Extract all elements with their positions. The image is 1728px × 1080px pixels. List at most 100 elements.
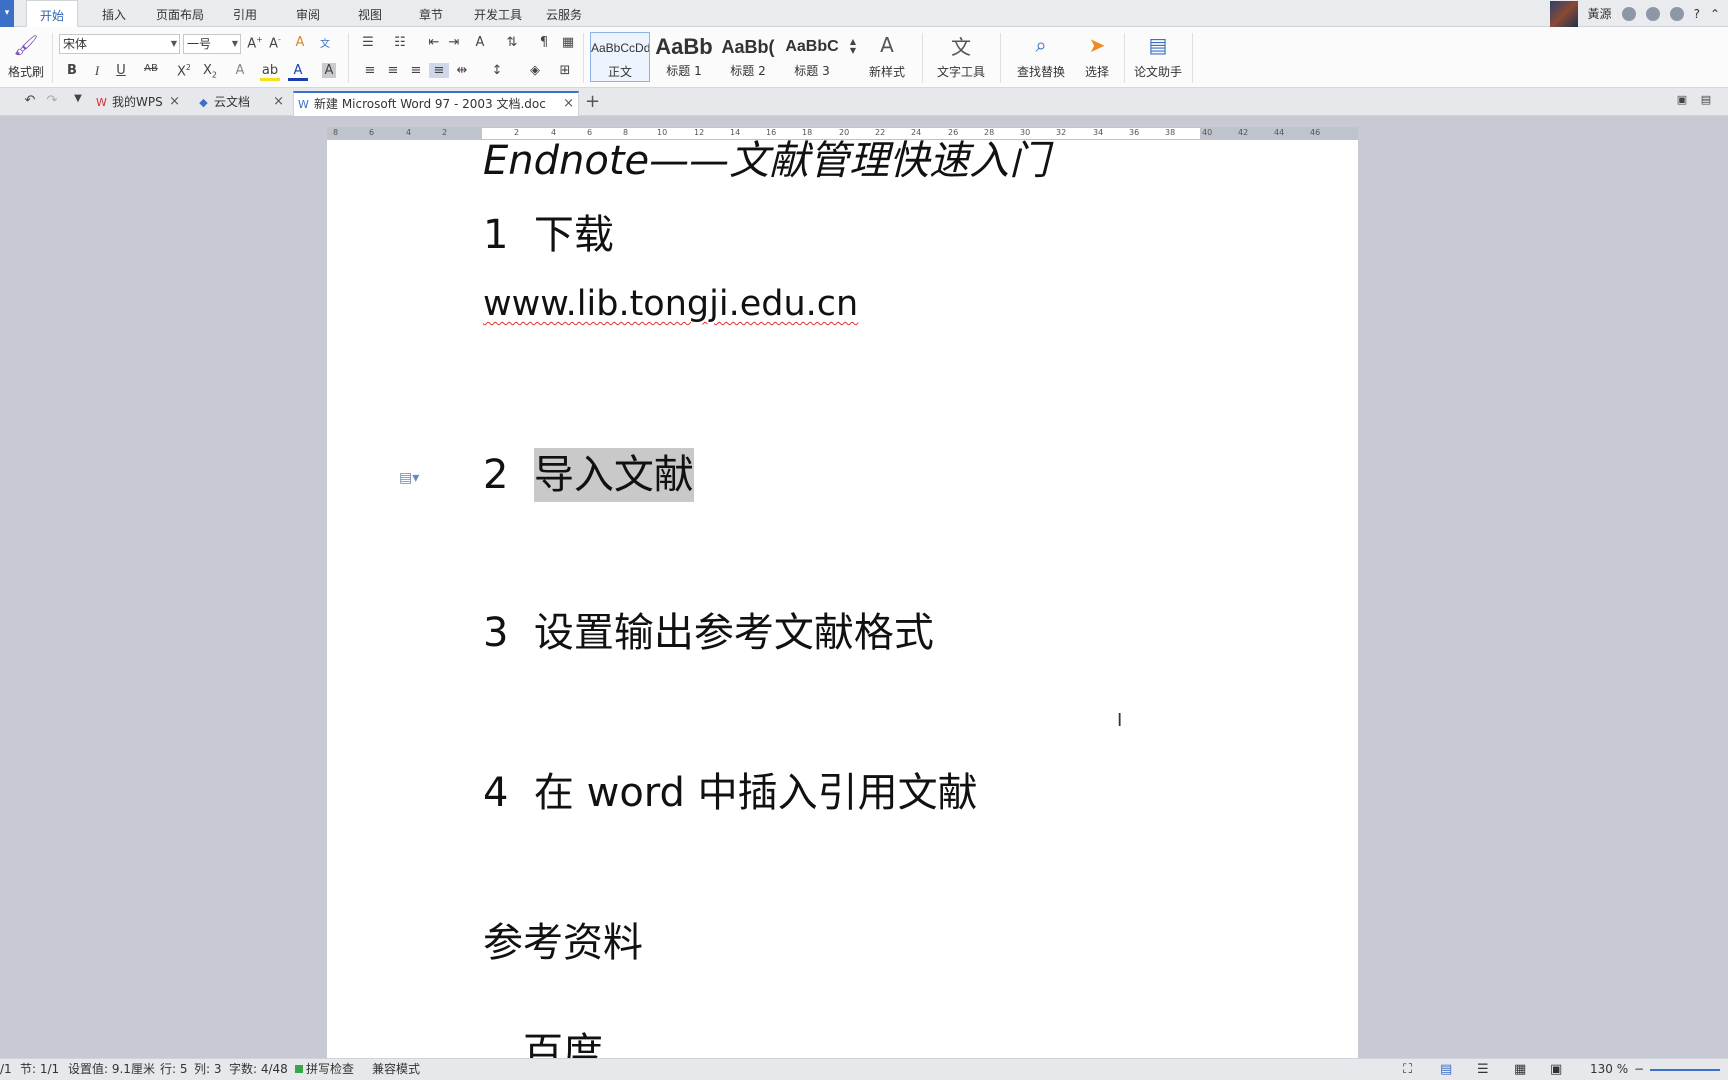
tab-references[interactable]: 引用 [225,0,265,27]
word-count[interactable]: 字数: 4/48 [229,1059,288,1080]
page-count[interactable]: /1 [0,1059,12,1080]
distribute-icon[interactable]: ⇹ [452,63,472,78]
subscript-icon[interactable]: X2 [200,63,220,80]
skin-icon[interactable] [1645,6,1660,21]
decrease-indent-icon[interactable]: ⇤ [424,35,444,50]
tab-review[interactable]: 审阅 [288,0,328,27]
style-heading-1[interactable]: AaBb 标题 1 [654,32,714,82]
justify-icon[interactable]: ≡ [429,63,449,78]
references-heading[interactable]: 参考资料 [483,910,643,968]
strikethrough-icon[interactable]: AB [141,63,161,74]
bullet-list-icon[interactable]: ☰ [358,35,378,50]
tab-view[interactable]: 视图 [350,0,390,27]
tab-chapter[interactable]: 章节 [411,0,451,27]
style-heading-2[interactable]: AaBb( 标题 2 [718,32,778,82]
new-style-button[interactable]: A 新样式 [862,31,912,80]
new-tab-plus-icon[interactable]: + [585,91,600,112]
share-icon[interactable] [1669,6,1684,21]
increase-indent-icon[interactable]: ⇥ [444,35,464,50]
library-url[interactable]: www.lib.tongji.edu.cn [483,284,858,324]
font-name-select[interactable]: 宋体 ▼ [59,34,180,54]
app-menu-button[interactable]: ▾ [0,0,14,27]
align-right-icon[interactable]: ≡ [406,63,426,78]
zoom-slider[interactable] [1650,1069,1720,1071]
outline-view-icon[interactable]: ☰ [1477,1059,1489,1080]
numbered-list-icon[interactable]: ☷ [390,35,410,50]
tab-insert[interactable]: 插入 [92,0,136,27]
zoom-level[interactable]: 130 % [1590,1059,1628,1080]
tab-home[interactable]: 开始 [26,0,78,28]
tab-page-layout[interactable]: 页面布局 [150,0,210,27]
italic-icon[interactable]: I [87,63,107,79]
section-4-heading[interactable]: 4 在 word 中插入引用文献 [483,760,978,818]
reference-item[interactable]: 百度 [523,1020,603,1058]
char-shading-icon[interactable]: A [322,63,336,78]
doc-title[interactable]: Endnote——文献管理快速入门 [483,140,1049,186]
tab-my-wps[interactable]: W 我的WPS × [92,91,184,116]
superscript-icon[interactable]: X2 [174,63,194,79]
phonetic-icon[interactable]: 文 [315,35,335,50]
border-icon[interactable]: ⊞ [555,63,575,78]
tab-cloud-service[interactable]: 云服务 [542,0,586,27]
section-3-heading[interactable]: 3 设置输出参考文献格式 [483,600,934,658]
section-count[interactable]: 节: 1/1 [20,1059,59,1080]
thesis-helper-button[interactable]: ▤ 论文助手 [1132,31,1184,80]
style-heading-3[interactable]: AaBbC 标题 3 [782,32,842,82]
reading-mode-icon[interactable]: ▣ [1550,1059,1562,1080]
close-icon[interactable]: × [273,91,284,113]
section-1-heading[interactable]: 1 下载 [483,202,614,260]
compat-mode[interactable]: 兼容模式 [372,1059,420,1080]
underline-icon[interactable]: U [111,63,131,78]
bold-icon[interactable]: B [62,63,82,78]
minimize-tab-icon[interactable]: ▤ [1696,93,1716,106]
document-page[interactable]: Endnote——文献管理快速入门 1 下载 www.lib.tongji.ed… [327,140,1358,1058]
chinese-layout-icon[interactable]: A [470,35,490,50]
sort-icon[interactable]: ⇅ [502,35,522,50]
avatar[interactable] [1549,0,1578,27]
redo-icon[interactable]: ↷ [42,93,62,108]
undo-icon[interactable]: ↶ [20,93,40,108]
paragraph-handle-icon[interactable]: ▤▾ [399,470,419,486]
style-normal[interactable]: AaBbCcDd 正文 [590,32,650,82]
table-grid-icon[interactable]: ▦ [558,35,578,50]
zoom-out-icon[interactable]: − [1634,1059,1644,1080]
window-icon[interactable]: ▣ [1672,93,1692,106]
collapse-ribbon-icon[interactable]: ⌃ [1710,7,1720,21]
tab-cloud-doc[interactable]: ◆ 云文档 × [194,91,288,116]
format-painter-button[interactable]: 🖌 格式刷 [6,31,46,80]
clear-format-icon[interactable]: A [290,35,310,50]
web-view-icon[interactable]: ▦ [1514,1059,1526,1080]
highlight-icon[interactable]: ab [260,63,280,81]
spell-check[interactable]: 拼写检查 [295,1059,354,1080]
horizontal-ruler[interactable]: 8 6 4 2 2 4 6 8 10 12 14 16 18 20 22 24 … [327,127,1358,140]
align-left-icon[interactable]: ≡ [360,63,380,78]
help-icon[interactable]: ? [1694,7,1700,21]
row-indicator[interactable]: 行: 5 [160,1059,188,1080]
font-size-select[interactable]: 一号 ▼ [183,34,241,54]
find-replace-button[interactable]: ⌕ 查找替换 [1010,31,1072,80]
close-icon[interactable]: × [169,91,180,113]
section-2-heading[interactable]: 2 导入文献 [483,442,694,502]
font-color-icon[interactable]: A [288,63,308,81]
align-center-icon[interactable]: ≡ [383,63,403,78]
spell-check-label: 拼写检查 [306,1062,355,1076]
setting-value[interactable]: 设置值: 9.1厘米 [68,1059,155,1080]
tab-current-document[interactable]: W 新建 Microsoft Word 97 - 2003 文档.doc × [293,91,579,116]
text-tools-button[interactable]: 文 文字工具 [930,31,992,80]
paragraph-mark-icon[interactable]: ¶ [534,35,554,50]
shrink-font-icon[interactable]: A- [265,35,285,51]
quick-access-dropdown-icon[interactable]: ▼ [68,93,88,104]
settings-icon[interactable] [1621,6,1636,21]
shading-icon[interactable]: ◈ [525,63,545,78]
select-button[interactable]: ➤ 选择 [1077,31,1117,80]
tab-developer[interactable]: 开发工具 [470,0,526,27]
line-spacing-icon[interactable]: ↕ [487,63,507,78]
col-indicator[interactable]: 列: 3 [194,1059,222,1080]
page-view-icon[interactable]: ▤ [1440,1059,1452,1080]
grow-font-icon[interactable]: A+ [245,35,265,51]
text-effect-icon[interactable]: A [230,63,250,78]
user-name[interactable]: 黃源 [1588,5,1612,22]
full-screen-icon[interactable]: ⛶ [1403,1059,1412,1080]
styles-scroll-icon[interactable]: ▲ ▼ [843,37,863,55]
close-icon[interactable]: × [563,93,574,115]
